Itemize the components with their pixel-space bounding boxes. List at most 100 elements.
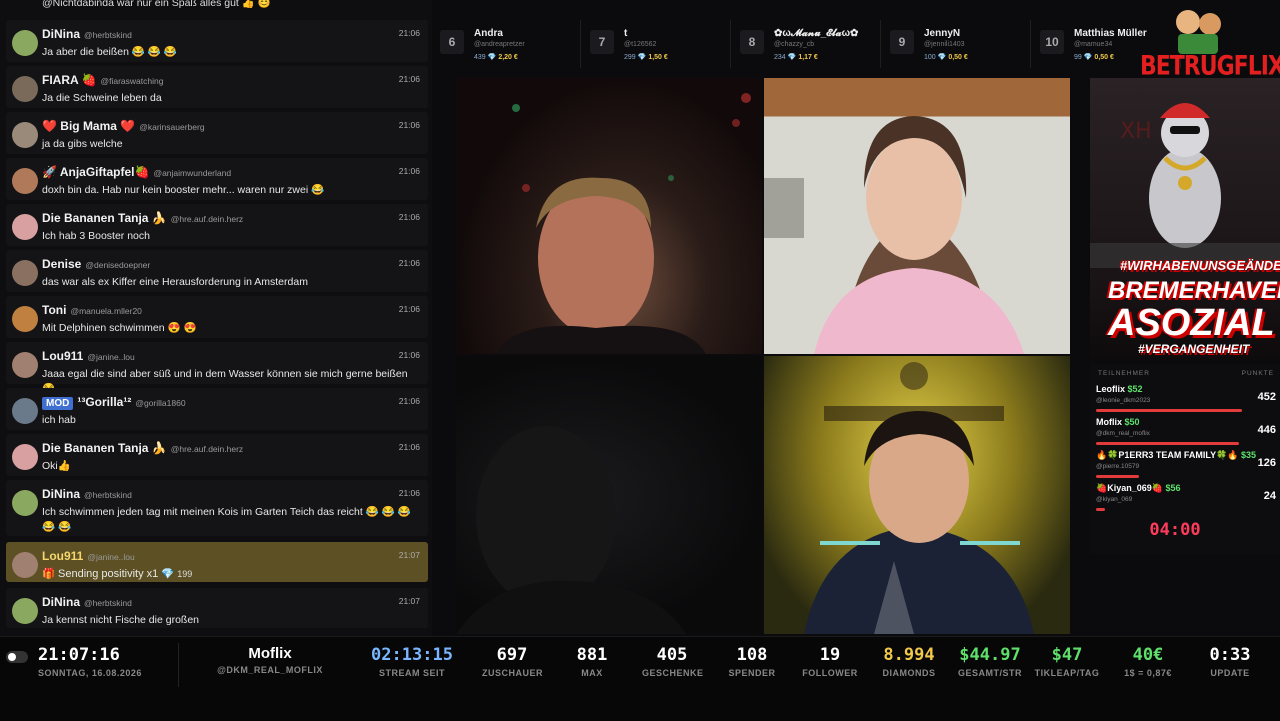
chat-username[interactable]: Die Bananen Tanja 🍌 @hre.auf.dein.herz (42, 441, 243, 455)
rank-handle: @chazzy_cb (774, 41, 815, 48)
chat-message[interactable]: DiNina @herbtskind 21:06 Ja aber die beißen… (6, 20, 428, 62)
chat-username[interactable]: Die Bananen Tanja 🍌 @hre.auf.dein.herz (42, 211, 243, 225)
chat-text-content: Sending positivity x1 (58, 568, 159, 580)
chat-text: Mit Delphinen schwimmen 😍 😍 (42, 321, 416, 336)
chat-message[interactable]: Toni @manuela.mller20 21:06 Mit Delphinen s… (6, 296, 428, 338)
chat-username[interactable]: DiNina @herbtskind (42, 487, 132, 501)
toggle-switch[interactable] (6, 651, 28, 663)
pigeon-mascot-icon: XH (1090, 103, 1280, 268)
player-name: Leoflix $52 (1096, 384, 1143, 394)
stat-value: $47 (1051, 645, 1083, 665)
player-name-text: Leoflix (1096, 384, 1126, 394)
chat-timestamp: 21:06 (398, 396, 420, 406)
camera-feed-4[interactable] (764, 356, 1070, 634)
chat-message[interactable]: Die Bananen Tanja 🍌 @hre.auf.dein.herz 21:… (6, 434, 428, 476)
rank-name: ✿ω𝓜𝓪𝓷𝓾_𝓔𝓵𝓪ω✿ (774, 28, 859, 39)
leaderboard-player[interactable]: Leoflix $52 @leonie_dkm2023 452 (1096, 384, 1276, 416)
chat-message[interactable]: Denise @denisedoepner 21:06 das war als ex … (6, 250, 428, 292)
chat-text: Ja kennst nicht Fische die großen (42, 613, 416, 628)
leaderboard-player[interactable]: 🔥🍀P1ERR3 TEAM FAMILY🍀🔥 $35 @pierre.10579 1… (1096, 450, 1276, 482)
username-text: DiNina (42, 595, 81, 609)
player-handle: @leonie_dkm2023 (1096, 397, 1151, 404)
user-avatar[interactable] (12, 76, 38, 102)
username-text: Toni (42, 303, 67, 317)
stat-value: 02:13:15 (371, 645, 453, 665)
chat-message[interactable]: ❤️ Big Mama ❤️ @karinsauerberg 21:06 ja da … (6, 112, 428, 154)
user-avatar[interactable] (12, 122, 38, 148)
gift-value: 199 (177, 569, 193, 579)
user-avatar[interactable] (12, 30, 38, 56)
user-avatar[interactable] (12, 552, 38, 578)
chat-text-content: Ja aber die beißen 😂 😂 😂 (42, 46, 177, 58)
chat-timestamp: 21:06 (398, 350, 420, 360)
chat-message[interactable]: Die Bananen Tanja 🍌 @hre.auf.dein.herz 21:… (6, 204, 428, 246)
chat-handle: @janine..lou (87, 352, 135, 362)
user-avatar[interactable] (12, 214, 38, 240)
chat-message[interactable]: Lou911 @janine..lou 21:06 Jaaa egal die sin… (6, 342, 428, 395)
player-name: 🍓Kiyan_069🍓 $56 (1096, 483, 1181, 494)
camera-feed-2[interactable] (764, 78, 1070, 354)
ranking-entry[interactable]: 9 JennyN @jennili1403 100 💎 0,50 € (890, 20, 1031, 68)
user-avatar[interactable] (12, 444, 38, 470)
chat-handle: @janine..lou (87, 552, 135, 562)
chat-timestamp: 21:06 (398, 304, 420, 314)
chat-message[interactable]: DiNina @herbtskind 21:07 Ja kennst nicht Fi… (6, 588, 428, 628)
chat-text: 🎁 Sending positivity x1 💎 199 (42, 567, 416, 582)
chat-message[interactable]: 🚀 AnjaGiftapfel🍓 @anjaimwunderland 21:06 do… (6, 158, 428, 200)
mod-badge: MOD (42, 397, 74, 410)
chat-message[interactable]: Lou911 @janine..lou 21:07 🎁 Sending positiv… (6, 542, 428, 582)
chat-message[interactable]: FIARA 🍓 @fiaraswatching 21:06 Ja die Schwei… (6, 66, 428, 108)
chat-handle: @denisedoepner (85, 260, 151, 270)
rank-amount: 0,50 € (948, 54, 968, 61)
chat-username[interactable]: 🚀 AnjaGiftapfel🍓 @anjaimwunderland (42, 165, 231, 179)
player-value: $50 (1124, 417, 1140, 427)
chat-timestamp: 21:07 (398, 550, 420, 560)
chat-username[interactable]: Lou911 @janine..lou (42, 349, 135, 363)
leaderboard-player[interactable]: Moflix $50 @dkm_real_moflix 446 (1096, 417, 1276, 449)
username-text: Lou911 (42, 349, 84, 363)
ranking-entry[interactable]: 8 ✿ω𝓜𝓪𝓷𝓾_𝓔𝓵𝓪ω✿ @chazzy_cb 234 💎 1,17 € (740, 20, 881, 68)
poster-hashtag-bottom: #VERGANGENHEIT (1138, 342, 1250, 356)
stat-value: 405 (656, 645, 688, 665)
gift-icon: 🎁 (42, 568, 58, 580)
leaderboard-header-participants: TEILNEHMER (1098, 370, 1150, 377)
countdown-timer: 04:00 (1149, 520, 1201, 540)
rank-number: 9 (890, 30, 914, 54)
leaderboard-player[interactable]: 🍓Kiyan_069🍓 $56 @kiyan_069 24 (1096, 483, 1276, 515)
chat-message[interactable]: DiNina @herbtskind 21:06 Ich schwimmen jede… (6, 480, 428, 536)
chat-username[interactable]: Lou911 @janine..lou (42, 549, 135, 563)
camera-feed-1[interactable] (456, 78, 762, 354)
user-avatar[interactable] (12, 168, 38, 194)
username-text: 🚀 AnjaGiftapfel🍓 (42, 165, 150, 179)
chat-text-content: Oki👍 (42, 460, 71, 472)
user-avatar[interactable] (12, 490, 38, 516)
ranking-entry[interactable]: 6 Andra @andreapretzer 439 💎 2,20 € (440, 20, 581, 68)
camera-feed-3[interactable] (456, 356, 762, 634)
stat-label: GESCHENKE (642, 668, 704, 678)
chat-username[interactable]: Toni @manuela.mller20 (42, 303, 142, 317)
chat-panel[interactable]: @Nichtdabinda war nur ein Spaß alles gut… (0, 0, 432, 636)
chat-username[interactable]: DiNina @herbtskind (42, 595, 132, 609)
chat-username[interactable]: Denise @denisedoepner (42, 257, 150, 271)
chat-username[interactable]: ❤️ Big Mama ❤️ @karinsauerberg (42, 119, 205, 133)
chat-username[interactable]: DiNina @herbtskind (42, 27, 132, 41)
user-avatar[interactable] (12, 306, 38, 332)
user-avatar[interactable] (12, 352, 38, 378)
chat-message[interactable]: MOD ¹³Gorilla¹² @gorilla1860 21:06 ich hab (6, 388, 428, 430)
diamond-icon: 💎 (1083, 54, 1093, 61)
player-name: Moflix $50 (1096, 417, 1140, 427)
chat-username[interactable]: MOD ¹³Gorilla¹² @gorilla1860 (42, 395, 186, 410)
stat-block: 40€ 1$ = 0,87€ (1110, 645, 1186, 678)
stat-value: 697 (496, 645, 528, 665)
stat-block: $44.97 GESAMT/STR (952, 645, 1028, 678)
user-avatar[interactable] (12, 398, 38, 424)
chat-text: Ich hab 3 Booster noch (42, 229, 416, 244)
chat-username[interactable]: FIARA 🍓 @fiaraswatching (42, 73, 163, 87)
ranking-entry[interactable]: 7 t @t126562 299 💎 1,50 € (590, 20, 731, 68)
player-points: 452 (1257, 391, 1276, 403)
user-avatar[interactable] (12, 598, 38, 624)
stat-value: 40€ (1132, 645, 1164, 665)
player-value: $35 (1241, 450, 1257, 460)
user-avatar[interactable] (12, 260, 38, 286)
participant-1-silhouette (496, 93, 751, 354)
